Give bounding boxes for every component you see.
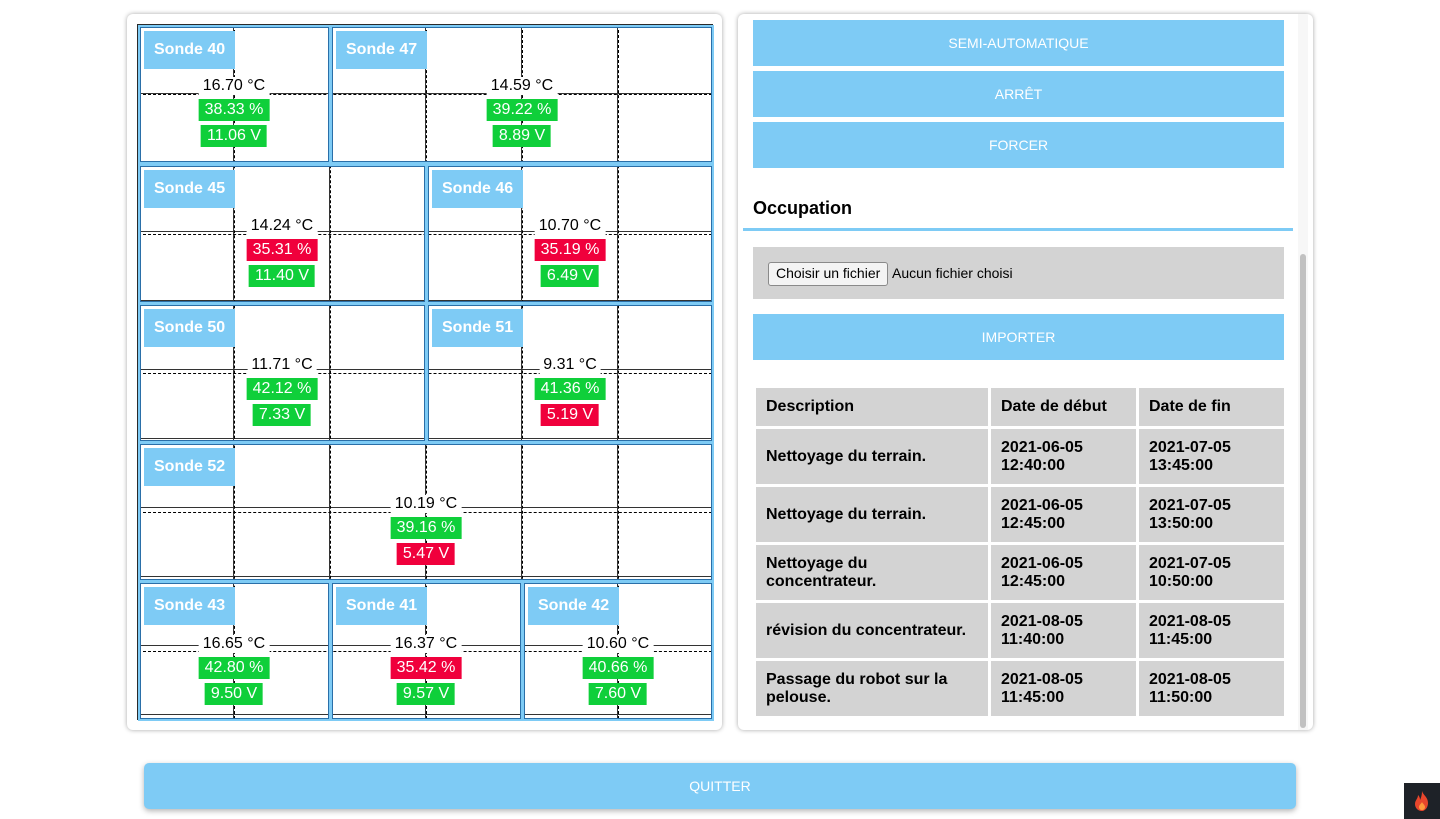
- column-header: Description: [756, 388, 988, 426]
- voltage-badge: 7.33 V: [252, 404, 312, 426]
- description-cell: Nettoyage du concentrateur.: [756, 545, 988, 600]
- start-date-cell: 2021-06-05 12:40:00: [991, 429, 1136, 484]
- voltage-badge: 5.19 V: [540, 404, 600, 426]
- start-date-cell: 2021-06-05 12:45:00: [991, 545, 1136, 600]
- table-row: révision du concentrateur. 2021-08-05 11…: [756, 603, 1284, 658]
- temperature-value: 16.70 °C: [198, 77, 270, 95]
- voltage-badge: 9.50 V: [204, 683, 264, 705]
- table-row: Nettoyage du terrain. 2021-06-05 12:45:0…: [756, 487, 1284, 542]
- voltage-badge: 11.06 V: [201, 125, 267, 147]
- temperature-value: 10.60 °C: [582, 635, 654, 653]
- zone-label: Sonde 43: [144, 587, 236, 625]
- zone-label: Sonde 47: [336, 31, 428, 69]
- humidity-badge: 35.19 %: [534, 239, 606, 261]
- voltage-badge: 11.40 V: [249, 265, 315, 287]
- end-date-cell: 2021-08-05 11:50:00: [1139, 661, 1284, 716]
- quit-button[interactable]: QUITTER: [144, 763, 1296, 809]
- description-cell: Nettoyage du terrain.: [756, 487, 988, 542]
- humidity-badge: 41.36 %: [534, 378, 606, 400]
- humidity-badge: 39.16 %: [390, 517, 462, 539]
- column-header: Date de début: [991, 388, 1136, 426]
- temperature-value: 10.70 °C: [534, 217, 606, 235]
- voltage-badge: 5.47 V: [396, 543, 456, 565]
- voltage-badge: 9.57 V: [396, 683, 456, 705]
- zone-label: Sonde 45: [144, 170, 236, 208]
- start-date-cell: 2021-08-05 11:45:00: [991, 661, 1136, 716]
- table-row: Nettoyage du concentrateur. 2021-06-05 1…: [756, 545, 1284, 600]
- description-cell: Passage du robot sur la pelouse.: [756, 661, 988, 716]
- humidity-badge: 38.33 %: [198, 99, 270, 121]
- probe-reading: 14.59 °C 39.22 % 8.89 V: [486, 77, 558, 147]
- occupation-table: Description Date de début Date de fin Ne…: [753, 385, 1287, 719]
- probe-grid-panel: Sonde 40 16.70 °C 38.33 % 11.06 V Sonde …: [127, 14, 722, 730]
- stop-button[interactable]: ARRÊT: [753, 71, 1284, 117]
- section-divider: [743, 228, 1293, 231]
- temperature-value: 9.31 °C: [539, 356, 601, 374]
- table-row: Nettoyage du terrain. 2021-06-05 12:40:0…: [756, 429, 1284, 484]
- file-upload-box: Choisir un fichier Aucun fichier choisi: [753, 247, 1284, 299]
- description-cell: révision du concentrateur.: [756, 603, 988, 658]
- column-header: Date de fin: [1139, 388, 1284, 426]
- start-date-cell: 2021-06-05 12:45:00: [991, 487, 1136, 542]
- humidity-badge: 39.22 %: [486, 99, 558, 121]
- probe-reading: 16.65 °C 42.80 % 9.50 V: [198, 635, 270, 705]
- end-date-cell: 2021-07-05 13:45:00: [1139, 429, 1284, 484]
- probe-reading: 16.37 °C 35.42 % 9.57 V: [390, 635, 462, 705]
- import-button[interactable]: IMPORTER: [753, 314, 1284, 360]
- end-date-cell: 2021-07-05 10:50:00: [1139, 545, 1284, 600]
- end-date-cell: 2021-08-05 11:45:00: [1139, 603, 1284, 658]
- force-button[interactable]: FORCER: [753, 122, 1284, 168]
- probe-reading: 10.19 °C 39.16 % 5.47 V: [390, 495, 462, 565]
- humidity-badge: 42.12 %: [246, 378, 318, 400]
- probe-reading: 10.70 °C 35.19 % 6.49 V: [534, 217, 606, 287]
- humidity-badge: 35.31 %: [246, 239, 318, 261]
- voltage-badge: 7.60 V: [588, 683, 648, 705]
- start-date-cell: 2021-08-05 11:40:00: [991, 603, 1136, 658]
- zone-label: Sonde 52: [144, 448, 236, 486]
- zone-label: Sonde 42: [528, 587, 620, 625]
- voltage-badge: 6.49 V: [540, 265, 600, 287]
- temperature-value: 16.65 °C: [198, 635, 270, 653]
- probe-reading: 9.31 °C 41.36 % 5.19 V: [534, 356, 606, 426]
- probe-grid: Sonde 40 16.70 °C 38.33 % 11.06 V Sonde …: [137, 24, 714, 721]
- temperature-value: 16.37 °C: [390, 635, 462, 653]
- zone-label: Sonde 40: [144, 31, 236, 69]
- temperature-value: 11.71 °C: [247, 356, 317, 374]
- probe-reading: 10.60 °C 40.66 % 7.60 V: [582, 635, 654, 705]
- temperature-value: 14.24 °C: [246, 217, 318, 235]
- probe-reading: 16.70 °C 38.33 % 11.06 V: [198, 77, 270, 147]
- zone-label: Sonde 50: [144, 309, 236, 347]
- occupation-title: Occupation: [753, 198, 853, 218]
- probe-reading: 14.24 °C 35.31 % 11.40 V: [246, 217, 318, 287]
- humidity-badge: 42.80 %: [198, 657, 270, 679]
- choose-file-button[interactable]: Choisir un fichier: [768, 262, 889, 286]
- table-header-row: Description Date de début Date de fin: [756, 388, 1284, 426]
- semi-automatic-button[interactable]: SEMI-AUTOMATIQUE: [753, 20, 1284, 66]
- voltage-badge: 8.89 V: [492, 125, 552, 147]
- table-row: Passage du robot sur la pelouse. 2021-08…: [756, 661, 1284, 716]
- humidity-badge: 40.66 %: [582, 657, 654, 679]
- temperature-value: 14.59 °C: [486, 77, 558, 95]
- probe-reading: 11.71 °C 42.12 % 7.33 V: [246, 356, 318, 426]
- flame-icon: [1415, 791, 1428, 811]
- file-status: Aucun fichier choisi: [892, 265, 1013, 281]
- humidity-badge: 35.42 %: [390, 657, 462, 679]
- zone-label: Sonde 41: [336, 587, 428, 625]
- scrollbar-thumb[interactable]: [1300, 254, 1306, 728]
- zone-label: Sonde 51: [432, 309, 524, 347]
- end-date-cell: 2021-07-05 13:50:00: [1139, 487, 1284, 542]
- zone-label: Sonde 46: [432, 170, 524, 208]
- control-panel: SEMI-AUTOMATIQUE ARRÊT FORCER Occupation…: [738, 14, 1313, 730]
- description-cell: Nettoyage du terrain.: [756, 429, 988, 484]
- temperature-value: 10.19 °C: [390, 495, 462, 513]
- flame-icon-badge[interactable]: [1404, 783, 1440, 819]
